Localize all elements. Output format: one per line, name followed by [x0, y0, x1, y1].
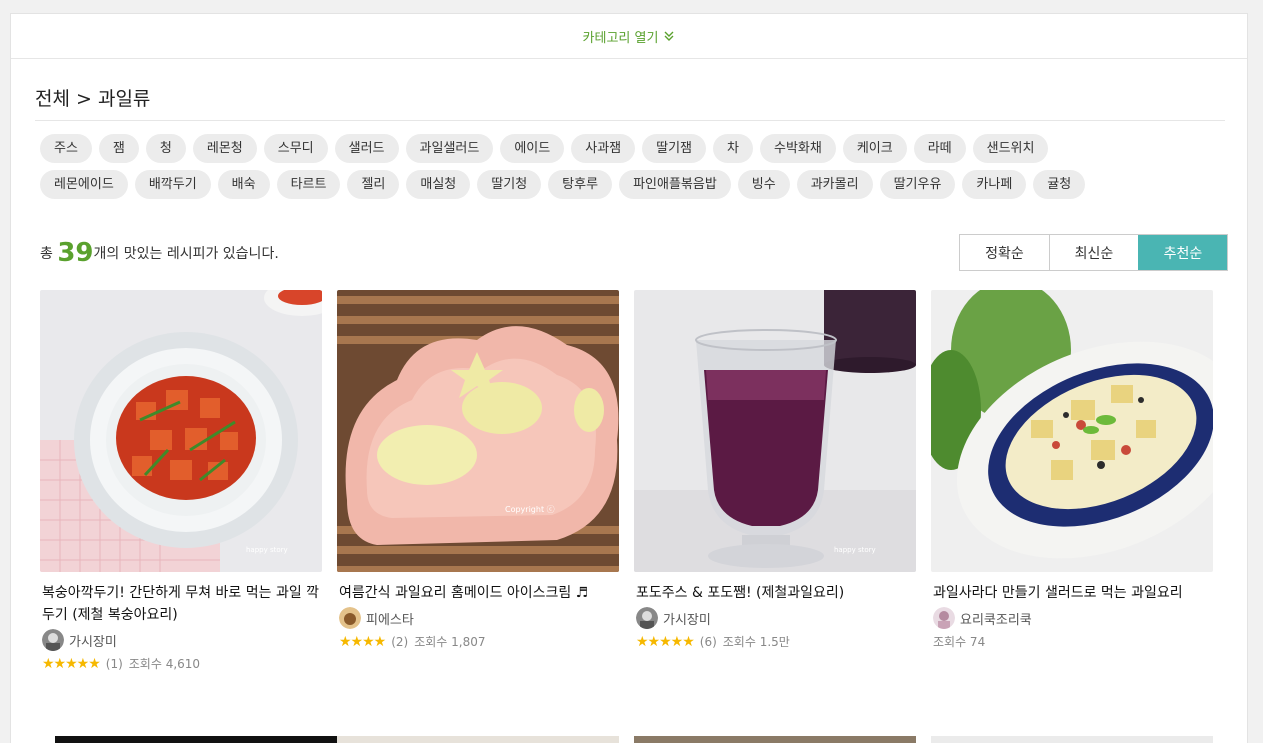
result-number: 39	[57, 238, 94, 268]
tag-row: 레몬에이드 배깍두기 배숙 타르트 젤리 매실청 딸기청 탕후루 파인애플볶음밥 빙수 과카몰리 딸기…	[40, 170, 1230, 199]
sort-recommended-button[interactable]: 추천순	[1138, 235, 1227, 270]
recipe-title[interactable]: 복숭아깍두기! 간단하게 무쳐 바로 먹는 과일 깍두기 (제철 복숭아요리)	[40, 582, 322, 626]
double-chevron-down-icon	[664, 31, 674, 41]
view-count: 조회수 74	[933, 635, 986, 649]
tag-chip[interactable]: 젤리	[347, 170, 400, 199]
tag-chip[interactable]: 탕후루	[548, 170, 613, 199]
tag-chip[interactable]: 카나페	[962, 170, 1027, 199]
tag-chip[interactable]: 주스	[40, 134, 92, 163]
rating-stars: ★★★★★	[42, 655, 101, 672]
recipe-card[interactable]: Copyright ⓒ 여름간식 과일요리 홈메이드 아이스크림 ♬ 피에스타 …	[337, 290, 619, 650]
recipe-card[interactable]: happy story 복숭아깍두기! 간단하게 무쳐 바로 먹는 과일 깍두기…	[40, 290, 322, 672]
tag-chip[interactable]: 에이드	[500, 134, 565, 163]
tag-chip[interactable]: 매실청	[406, 170, 471, 199]
tag-chip[interactable]: 배숙	[217, 170, 270, 199]
author-name: 가시장미	[663, 612, 711, 628]
sort-toggle: 정확순 최신순 추천순	[959, 234, 1228, 271]
recipe-thumbnail-fruit-icecream[interactable]: Copyright ⓒ	[337, 290, 619, 572]
recipe-meta: ★★★★★ (6) 조회수 1.5만	[634, 633, 916, 650]
view-count: 조회수 4,610	[128, 657, 201, 671]
recipe-thumbnail-next[interactable]	[337, 736, 619, 743]
author-name: 가시장미	[69, 634, 117, 650]
result-suffix: 개의 맛있는 레시피가 있습니다.	[93, 246, 279, 262]
avatar	[339, 607, 361, 629]
tag-chip[interactable]: 사과잼	[571, 134, 636, 163]
avatar	[636, 607, 658, 629]
author-name: 피에스타	[366, 612, 414, 628]
recipe-title[interactable]: 포도주스 & 포도쨈! (제철과일요리)	[634, 582, 916, 604]
tag-chip[interactable]: 딸기우유	[879, 170, 956, 199]
recipe-meta: ★★★★ (2) 조회수 1,807	[337, 633, 619, 650]
sort-latest-button[interactable]: 최신순	[1049, 235, 1138, 270]
result-count: 총 39개의 맛있는 레시피가 있습니다.	[40, 238, 279, 268]
tag-chip[interactable]: 타르트	[276, 170, 341, 199]
avatar	[42, 629, 64, 651]
tag-chip[interactable]: 귤청	[1033, 170, 1086, 199]
tag-chip[interactable]: 스무디	[263, 134, 328, 163]
recipe-thumbnail-next[interactable]	[55, 736, 337, 743]
tag-chip[interactable]: 딸기잼	[642, 134, 707, 163]
recipe-meta: 조회수 74	[931, 633, 1213, 650]
review-count: (6)	[699, 634, 717, 649]
recipe-card[interactable]: 과일사라다 만들기 샐러드로 먹는 과일요리 요리쿡조리쿡 조회수 74	[931, 290, 1213, 650]
tag-chip[interactable]: 파인애플볶음밥	[619, 170, 731, 199]
recipe-thumbnail-fruit-salad[interactable]	[931, 290, 1213, 572]
tag-chip[interactable]: 레몬청	[192, 134, 257, 163]
category-toggle-button[interactable]: 카테고리 열기	[11, 14, 1247, 59]
breadcrumb: 전체 > 과일류	[35, 84, 1225, 121]
sort-accuracy-button[interactable]: 정확순	[960, 235, 1049, 270]
result-prefix: 총	[40, 246, 58, 262]
tag-chip[interactable]: 배깍두기	[134, 170, 211, 199]
recipe-author[interactable]: 가시장미	[40, 629, 322, 651]
tag-chip[interactable]: 라떼	[913, 134, 966, 163]
recipe-card[interactable]: happy story 포도주스 & 포도쨈! (제철과일요리) 가시장미 ★★…	[634, 290, 916, 650]
recipe-thumbnail-grape-juice[interactable]: happy story	[634, 290, 916, 572]
content-panel: 카테고리 열기 전체 > 과일류 주스 잼 청 레몬청 스무디 샐러드 과일샐러드 에이드 사과…	[10, 13, 1248, 743]
recipe-thumbnail-peach-kkakdugi[interactable]: happy story	[40, 290, 322, 572]
recipe-title[interactable]: 과일사라다 만들기 샐러드로 먹는 과일요리	[931, 582, 1213, 604]
recipe-meta: ★★★★★ (1) 조회수 4,610	[40, 655, 322, 672]
tag-chip[interactable]: 케이크	[842, 134, 907, 163]
view-count: 조회수 1,807	[414, 635, 486, 649]
tag-chip[interactable]: 레몬에이드	[40, 170, 128, 199]
tag-list: 주스 잼 청 레몬청 스무디 샐러드 과일샐러드 에이드 사과잼 딸기잼 차 수박화채 케이크 라떼 샌드위…	[40, 134, 1230, 206]
tag-chip[interactable]: 청	[145, 134, 186, 163]
tag-chip[interactable]: 차	[713, 134, 753, 163]
rating-stars: ★★★★	[339, 633, 386, 650]
view-count: 조회수 1.5만	[722, 635, 790, 649]
recipe-author[interactable]: 요리쿡조리쿡	[931, 607, 1213, 629]
recipe-title[interactable]: 여름간식 과일요리 홈메이드 아이스크림 ♬	[337, 582, 619, 604]
rating-stars: ★★★★★	[636, 633, 695, 650]
recipe-thumbnail-next[interactable]	[931, 736, 1213, 743]
review-count: (1)	[105, 656, 123, 671]
tag-chip[interactable]: 샌드위치	[972, 134, 1049, 163]
category-toggle-label: 카테고리 열기	[582, 30, 659, 46]
recipe-thumbnail-next[interactable]	[634, 736, 916, 743]
tag-row: 주스 잼 청 레몬청 스무디 샐러드 과일샐러드 에이드 사과잼 딸기잼 차 수박화채 케이크 라떼 샌드위…	[40, 134, 1230, 163]
svg-text:happy story: happy story	[246, 546, 288, 554]
svg-text:happy story: happy story	[834, 546, 876, 554]
author-name: 요리쿡조리쿡	[960, 612, 1032, 628]
recipe-author[interactable]: 가시장미	[634, 607, 916, 629]
review-count: (2)	[391, 634, 409, 649]
tag-chip[interactable]: 과일샐러드	[405, 134, 494, 163]
tag-chip[interactable]: 빙수	[737, 170, 790, 199]
svg-text:Copyright ⓒ: Copyright ⓒ	[505, 505, 555, 514]
recipe-author[interactable]: 피에스타	[337, 607, 619, 629]
tag-chip[interactable]: 딸기청	[477, 170, 542, 199]
tag-chip[interactable]: 과카몰리	[796, 170, 873, 199]
tag-chip[interactable]: 잼	[98, 134, 139, 163]
avatar	[933, 607, 955, 629]
tag-chip[interactable]: 수박화채	[759, 134, 836, 163]
tag-chip[interactable]: 샐러드	[334, 134, 399, 163]
